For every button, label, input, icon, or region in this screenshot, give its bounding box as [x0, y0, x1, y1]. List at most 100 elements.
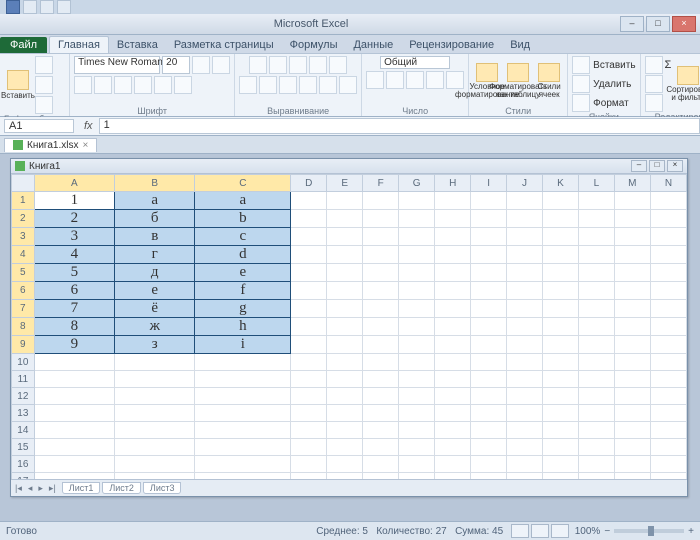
cell[interactable] — [650, 210, 686, 228]
cell[interactable]: 1 — [34, 192, 114, 210]
row-header[interactable]: 3 — [12, 228, 35, 246]
cell[interactable] — [363, 318, 399, 336]
cell[interactable]: a — [195, 192, 291, 210]
cell[interactable] — [507, 336, 543, 354]
cell[interactable] — [435, 192, 471, 210]
cell[interactable] — [471, 300, 507, 318]
cell[interactable] — [363, 282, 399, 300]
row-header[interactable]: 14 — [12, 422, 35, 439]
select-all-corner[interactable] — [12, 175, 35, 192]
sheet-tab[interactable]: Лист3 — [143, 482, 182, 494]
cell[interactable] — [614, 456, 650, 473]
cell[interactable] — [507, 192, 543, 210]
cell[interactable] — [650, 282, 686, 300]
insert-cells-icon[interactable] — [572, 56, 590, 74]
cell[interactable] — [578, 456, 614, 473]
align-top-icon[interactable] — [249, 56, 267, 74]
cell[interactable] — [291, 422, 327, 439]
cell[interactable] — [542, 228, 578, 246]
cell[interactable] — [291, 336, 327, 354]
cell[interactable] — [471, 405, 507, 422]
cell[interactable] — [327, 210, 363, 228]
cell[interactable] — [115, 354, 195, 371]
cell[interactable] — [327, 422, 363, 439]
cell[interactable]: g — [195, 300, 291, 318]
cell[interactable] — [578, 210, 614, 228]
cell[interactable] — [399, 473, 435, 480]
cell[interactable] — [542, 371, 578, 388]
cell[interactable]: 5 — [34, 264, 114, 282]
cell[interactable] — [115, 371, 195, 388]
cell[interactable] — [542, 456, 578, 473]
bold-icon[interactable] — [74, 76, 92, 94]
cell[interactable] — [327, 192, 363, 210]
cell[interactable] — [195, 422, 291, 439]
cell[interactable] — [115, 473, 195, 480]
cell[interactable] — [399, 192, 435, 210]
cell[interactable] — [614, 318, 650, 336]
cell[interactable] — [34, 439, 114, 456]
row-header[interactable]: 12 — [12, 388, 35, 405]
formula-input[interactable]: 1 — [99, 118, 700, 134]
sheet-tab[interactable]: Лист1 — [62, 482, 101, 494]
cell[interactable] — [327, 228, 363, 246]
cell[interactable] — [650, 422, 686, 439]
cell[interactable] — [435, 318, 471, 336]
cell[interactable] — [291, 405, 327, 422]
close-tab-icon[interactable]: × — [82, 140, 88, 151]
wb-close-button[interactable]: × — [667, 160, 683, 172]
cell[interactable] — [614, 282, 650, 300]
cell[interactable] — [399, 388, 435, 405]
cell[interactable] — [650, 336, 686, 354]
cell[interactable] — [650, 228, 686, 246]
cell[interactable] — [578, 336, 614, 354]
cell[interactable] — [399, 282, 435, 300]
cell[interactable] — [507, 264, 543, 282]
column-header[interactable]: E — [327, 175, 363, 192]
cell[interactable] — [471, 371, 507, 388]
row-header[interactable]: 8 — [12, 318, 35, 336]
cell[interactable] — [507, 354, 543, 371]
document-tab[interactable]: Книга1.xlsx × — [4, 138, 97, 152]
cell[interactable] — [435, 336, 471, 354]
file-tab[interactable]: Файл — [0, 37, 47, 53]
sort-filter-button[interactable]: Сортировка и фильтр — [674, 66, 700, 102]
cell[interactable] — [435, 371, 471, 388]
cell[interactable] — [291, 282, 327, 300]
name-box[interactable]: A1 — [4, 119, 74, 133]
cell[interactable] — [542, 318, 578, 336]
cell[interactable] — [195, 371, 291, 388]
align-bottom-icon[interactable] — [289, 56, 307, 74]
zoom-out-icon[interactable]: − — [604, 526, 610, 537]
zoom-slider[interactable] — [614, 529, 684, 533]
fill-icon[interactable] — [645, 75, 663, 93]
cell[interactable] — [507, 210, 543, 228]
align-center-icon[interactable] — [259, 76, 277, 94]
cell[interactable] — [542, 300, 578, 318]
cell[interactable] — [291, 300, 327, 318]
cell[interactable] — [291, 439, 327, 456]
page-break-view-icon[interactable] — [551, 524, 569, 538]
cell[interactable] — [399, 318, 435, 336]
page-layout-view-icon[interactable] — [531, 524, 549, 538]
row-header[interactable]: 6 — [12, 282, 35, 300]
cell[interactable] — [399, 422, 435, 439]
cell[interactable] — [327, 388, 363, 405]
grid-scroll-area[interactable]: ABCDEFGHIJKLMN11аa22бb33вc44гd55дe66еf77… — [11, 174, 687, 479]
cell[interactable] — [578, 405, 614, 422]
cell[interactable] — [650, 405, 686, 422]
row-header[interactable]: 10 — [12, 354, 35, 371]
cell[interactable] — [363, 264, 399, 282]
zoom-in-icon[interactable]: + — [688, 526, 694, 537]
cell[interactable]: 3 — [34, 228, 114, 246]
column-header[interactable]: G — [399, 175, 435, 192]
cell[interactable]: 2 — [34, 210, 114, 228]
cell[interactable] — [435, 228, 471, 246]
ribbon-tab-1[interactable]: Вставка — [109, 37, 166, 53]
cell[interactable] — [399, 371, 435, 388]
cell[interactable]: d — [195, 246, 291, 264]
cell[interactable] — [578, 473, 614, 480]
ribbon-tab-4[interactable]: Данные — [345, 37, 401, 53]
cell[interactable] — [195, 456, 291, 473]
cell[interactable] — [327, 405, 363, 422]
